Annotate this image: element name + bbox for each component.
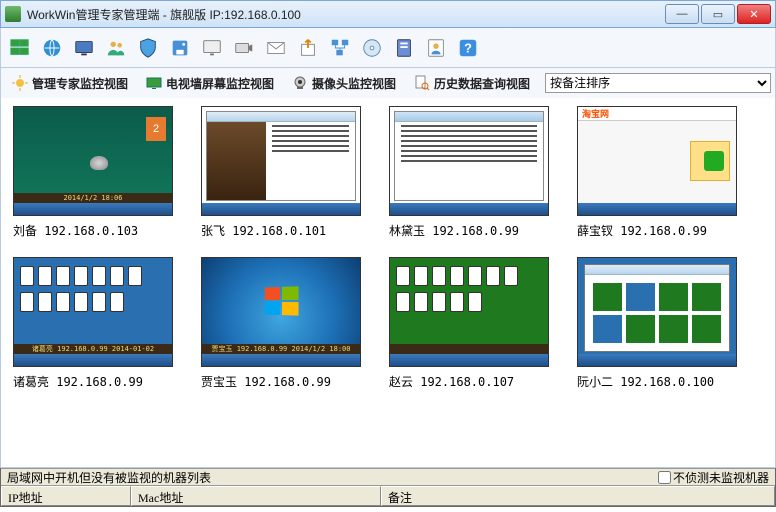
disk-icon[interactable] (167, 35, 193, 61)
svg-text:?: ? (464, 40, 472, 55)
screenshot-preview[interactable] (389, 257, 549, 367)
tab-label: 电视墙屏幕监控视图 (166, 75, 274, 92)
view-tabs: 管理专家监控视图 电视墙屏幕监控视图 摄像头监控视图 历史数据查询视图 按备注排… (0, 68, 776, 98)
client-caption: 刘备 192.168.0.103 (13, 222, 173, 239)
screenshot-preview[interactable]: 22014/1/2 18:06 (13, 106, 173, 216)
screenshot-preview[interactable]: 淘宝网 (577, 106, 737, 216)
screenshot-preview[interactable]: 诸葛亮 192.168.0.99 2014-01-02 (13, 257, 173, 367)
users-icon[interactable] (103, 35, 129, 61)
screenshot-gallery[interactable]: 22014/1/2 18:06 刘备 192.168.0.103 张飞 192.… (0, 98, 776, 468)
sort-select[interactable]: 按备注排序 (545, 73, 771, 93)
client-caption: 林黛玉 192.168.0.99 (389, 222, 549, 239)
camera-icon[interactable] (231, 35, 257, 61)
notebook-icon[interactable] (391, 35, 417, 61)
col-ip[interactable]: IP地址 (1, 486, 131, 506)
unmonitored-list-header: 局域网中开机但没有被监视的机器列表 (7, 469, 658, 486)
app-icon (5, 6, 21, 22)
mail-icon[interactable] (263, 35, 289, 61)
window-controls: — ▭ ✕ (665, 4, 771, 24)
minimize-button[interactable]: — (665, 4, 699, 24)
cd-icon[interactable] (359, 35, 385, 61)
tab-expert-monitor[interactable]: 管理专家监控视图 (5, 71, 135, 96)
client-caption: 赵云 192.168.0.107 (389, 373, 549, 390)
tab-tvwall[interactable]: 电视墙屏幕监控视图 (139, 71, 281, 96)
client-caption: 张飞 192.168.0.101 (201, 222, 361, 239)
network-icon[interactable] (327, 35, 353, 61)
shield-icon[interactable] (135, 35, 161, 61)
client-caption: 阮小二 192.168.0.100 (577, 373, 737, 390)
client-thumb[interactable]: 林黛玉 192.168.0.99 (389, 106, 549, 239)
tab-label: 管理专家监控视图 (32, 75, 128, 92)
tab-label: 摄像头监控视图 (312, 75, 396, 92)
webcam-icon (292, 75, 308, 91)
doc-search-icon (414, 75, 430, 91)
screenshot-preview[interactable] (577, 257, 737, 367)
no-detect-checkbox[interactable]: 不侦测未监视机器 (658, 469, 769, 486)
contacts-icon[interactable] (423, 35, 449, 61)
client-thumb[interactable]: 赵云 192.168.0.107 (389, 257, 549, 390)
client-thumb[interactable]: 22014/1/2 18:06 刘备 192.168.0.103 (13, 106, 173, 239)
window-title: WorkWin管理专家管理端 - 旗舰版 IP:192.168.0.100 (27, 6, 665, 23)
bottom-panel: 局域网中开机但没有被监视的机器列表 不侦测未监视机器 IP地址 Mac地址 备注 (0, 468, 776, 507)
screenshot-preview[interactable]: 贾宝玉 192.168.0.99 2014/1/2 18:00 (201, 257, 361, 367)
client-thumb[interactable]: 诸葛亮 192.168.0.99 2014-01-02 诸葛亮 192.168.… (13, 257, 173, 390)
maximize-button[interactable]: ▭ (701, 4, 735, 24)
client-thumb[interactable]: 阮小二 192.168.0.100 (577, 257, 737, 390)
tab-camera[interactable]: 摄像头监控视图 (285, 71, 403, 96)
main-toolbar: ? (0, 28, 776, 68)
client-thumb[interactable]: 淘宝网 薛宝钗 192.168.0.99 (577, 106, 737, 239)
tv-icon (146, 75, 162, 91)
client-caption: 贾宝玉 192.168.0.99 (201, 373, 361, 390)
column-headers: IP地址 Mac地址 备注 (1, 486, 775, 506)
sun-icon (12, 75, 28, 91)
close-button[interactable]: ✕ (737, 4, 771, 24)
client-caption: 诸葛亮 192.168.0.99 (13, 373, 173, 390)
monitor-icon[interactable] (199, 35, 225, 61)
client-caption: 薛宝钗 192.168.0.99 (577, 222, 737, 239)
client-thumb[interactable]: 贾宝玉 192.168.0.99 2014/1/2 18:00 贾宝玉 192.… (201, 257, 361, 390)
sort-selector[interactable]: 按备注排序 (545, 73, 771, 93)
titlebar: WorkWin管理专家管理端 - 旗舰版 IP:192.168.0.100 — … (0, 0, 776, 28)
screenshot-preview[interactable] (201, 106, 361, 216)
screen-icon[interactable] (71, 35, 97, 61)
monitors-icon[interactable] (7, 35, 33, 61)
col-note[interactable]: 备注 (381, 486, 775, 506)
col-mac[interactable]: Mac地址 (131, 486, 381, 506)
help-icon[interactable]: ? (455, 35, 481, 61)
export-icon[interactable] (295, 35, 321, 61)
globe-icon[interactable] (39, 35, 65, 61)
client-thumb[interactable]: 张飞 192.168.0.101 (201, 106, 361, 239)
tab-history[interactable]: 历史数据查询视图 (407, 71, 537, 96)
tab-label: 历史数据查询视图 (434, 75, 530, 92)
screenshot-preview[interactable] (389, 106, 549, 216)
